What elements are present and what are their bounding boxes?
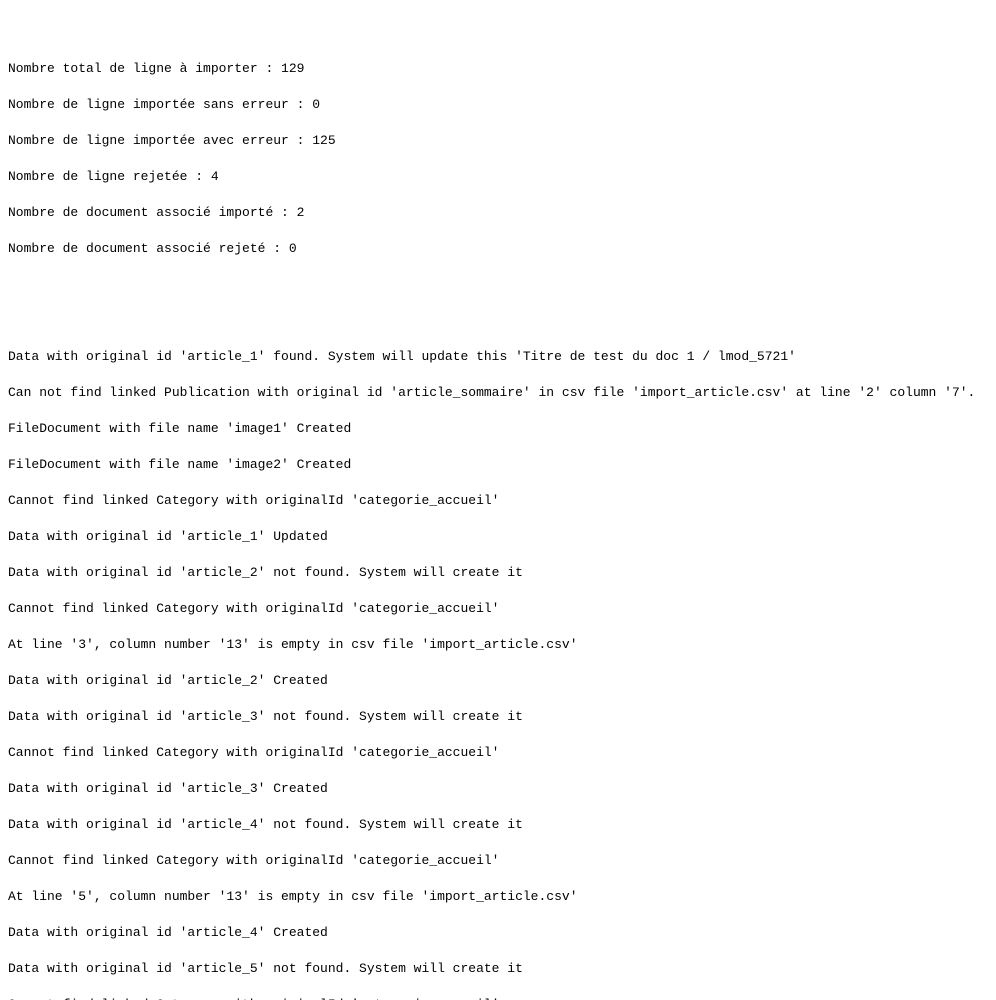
- log-line: Data with original id 'article_4' not fo…: [8, 816, 988, 834]
- log-line: FileDocument with file name 'image1' Cre…: [8, 420, 988, 438]
- summary-rejected: Nombre de ligne rejetée : 4: [8, 168, 988, 186]
- log-line: Cannot find linked Category with origina…: [8, 852, 988, 870]
- summary-doc-rejected: Nombre de document associé rejeté : 0: [8, 240, 988, 258]
- log-line: Data with original id 'article_1' Update…: [8, 528, 988, 546]
- blank-line: [8, 276, 988, 294]
- log-line: Can not find linked Publication with ori…: [8, 384, 988, 402]
- log-line: At line '5', column number '13' is empty…: [8, 888, 988, 906]
- log-line: Data with original id 'article_3' Create…: [8, 780, 988, 798]
- log-line: Data with original id 'article_2' not fo…: [8, 564, 988, 582]
- log-line: Cannot find linked Category with origina…: [8, 996, 988, 1000]
- log-line: Cannot find linked Category with origina…: [8, 744, 988, 762]
- log-line: Data with original id 'article_1' found.…: [8, 348, 988, 366]
- log-line: FileDocument with file name 'image2' Cre…: [8, 456, 988, 474]
- log-line: Cannot find linked Category with origina…: [8, 492, 988, 510]
- log-line: Data with original id 'article_4' Create…: [8, 924, 988, 942]
- blank-line: [8, 312, 988, 330]
- log-line: Data with original id 'article_3' not fo…: [8, 708, 988, 726]
- summary-imported-with-error: Nombre de ligne importée avec erreur : 1…: [8, 132, 988, 150]
- summary-imported-no-error: Nombre de ligne importée sans erreur : 0: [8, 96, 988, 114]
- summary-doc-imported: Nombre de document associé importé : 2: [8, 204, 988, 222]
- summary-total-lines: Nombre total de ligne à importer : 129: [8, 60, 988, 78]
- log-line: At line '3', column number '13' is empty…: [8, 636, 988, 654]
- log-line: Cannot find linked Category with origina…: [8, 600, 988, 618]
- log-line: Data with original id 'article_5' not fo…: [8, 960, 988, 978]
- log-line: Data with original id 'article_2' Create…: [8, 672, 988, 690]
